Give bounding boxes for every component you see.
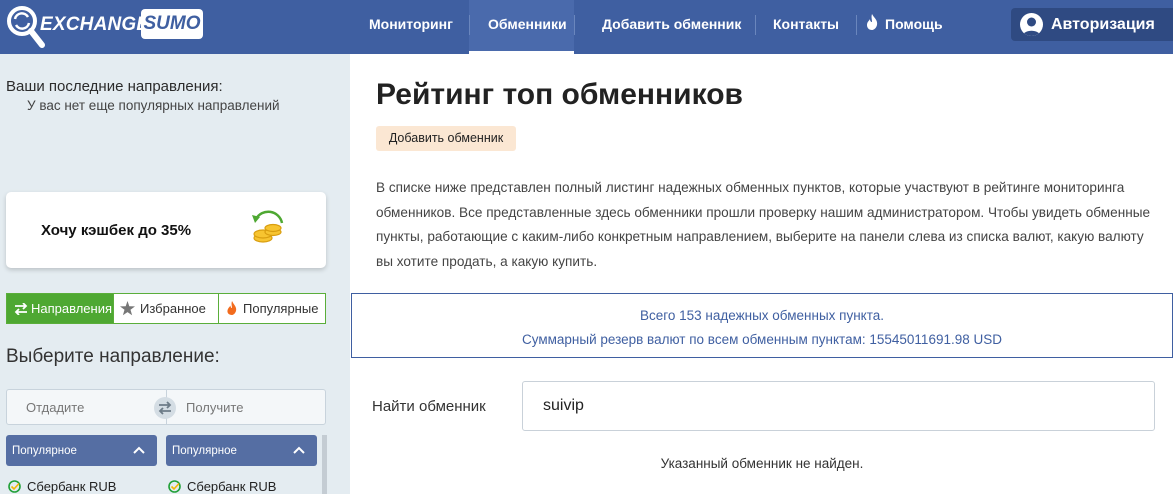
login-label: Авторизация <box>1051 16 1155 33</box>
sberbank-logo-icon <box>8 480 21 493</box>
chevron-up-icon <box>133 446 145 454</box>
give-popular-dropdown[interactable]: Популярное <box>6 435 157 466</box>
nav-exchangers[interactable]: Обменники <box>488 0 567 54</box>
nav-contacts[interactable]: Контакты <box>773 0 839 54</box>
add-exchanger-button[interactable]: Добавить обменник <box>376 126 516 151</box>
user-avatar-icon <box>1020 13 1043 36</box>
popular-dropdown-label: Популярное <box>12 445 77 457</box>
give-currency-field[interactable]: Отдадите <box>26 400 84 415</box>
login-button[interactable]: Авторизация <box>1011 8 1173 41</box>
nav-help[interactable]: Помощь <box>885 0 943 54</box>
cashback-banner[interactable]: Хочу кэшбек до 35% <box>6 192 326 268</box>
stats-total: Всего 153 надежных обменных пункта. <box>639 308 885 323</box>
page-title: Рейтинг топ обменников <box>376 78 743 111</box>
top-navbar: EXCHANGE SUMO Мониторинг Обменники Добав… <box>0 0 1173 54</box>
nav-monitoring[interactable]: Мониторинг <box>369 0 453 54</box>
tab-popular-label: Популярные <box>243 301 319 316</box>
nav-divider <box>856 15 857 35</box>
currency-name: Сбербанк RUB <box>187 479 277 494</box>
popular-dropdown-label: Популярное <box>172 445 237 457</box>
get-currency-field[interactable]: Получите <box>186 400 243 415</box>
recent-directions-empty: У вас нет еще популярных направлений <box>27 98 280 113</box>
coins-cashback-icon <box>252 210 284 243</box>
sidebar-tabs: Направления Избранное Популярные <box>6 293 326 324</box>
logo-badge: SUMO <box>141 9 203 39</box>
nav-divider <box>755 15 756 35</box>
currency-name: Сбербанк RUB <box>27 479 117 494</box>
recent-directions-title: Ваши последние направления: <box>6 78 223 95</box>
page-description: В списке ниже представлен полный листинг… <box>376 180 1151 269</box>
nav-divider <box>469 15 470 35</box>
logo-text: EXCHANGE <box>40 14 150 35</box>
tab-popular[interactable]: Популярные <box>219 294 325 323</box>
list-scrollbar[interactable] <box>322 435 327 494</box>
sberbank-logo-icon <box>168 480 181 493</box>
search-label: Найти обменник <box>372 398 486 415</box>
swap-arrows-icon <box>14 303 28 315</box>
search-input[interactable] <box>522 381 1155 431</box>
direction-selector: Отдадите Получите <box>6 389 326 425</box>
choose-direction-title: Выберите направление: <box>6 346 220 367</box>
chevron-up-icon <box>293 446 305 454</box>
swap-arrows-icon <box>158 401 172 415</box>
search-result-message: Указанный обменник не найден. <box>660 456 864 471</box>
nav-divider <box>574 15 575 35</box>
swap-direction-button[interactable] <box>154 397 176 419</box>
tab-favorites[interactable]: Избранное <box>114 294 218 323</box>
nav-add-exchanger[interactable]: Добавить обменник <box>602 0 741 54</box>
tab-favorites-label: Избранное <box>140 301 206 316</box>
fire-icon <box>867 14 878 30</box>
stats-box: Всего 153 надежных обменных пункта. Сумм… <box>351 293 1173 358</box>
site-logo[interactable]: EXCHANGE SUMO <box>4 3 204 49</box>
tab-directions[interactable]: Направления <box>7 294 113 323</box>
fire-icon <box>227 301 237 315</box>
get-popular-dropdown[interactable]: Популярное <box>166 435 317 466</box>
cashback-label: Хочу кэшбек до 35% <box>41 222 192 239</box>
stats-reserve: Суммарный резерв валют по всем обменным … <box>521 332 1002 347</box>
tab-directions-label: Направления <box>31 301 113 316</box>
left-sidebar <box>0 54 350 494</box>
star-icon <box>120 301 135 316</box>
